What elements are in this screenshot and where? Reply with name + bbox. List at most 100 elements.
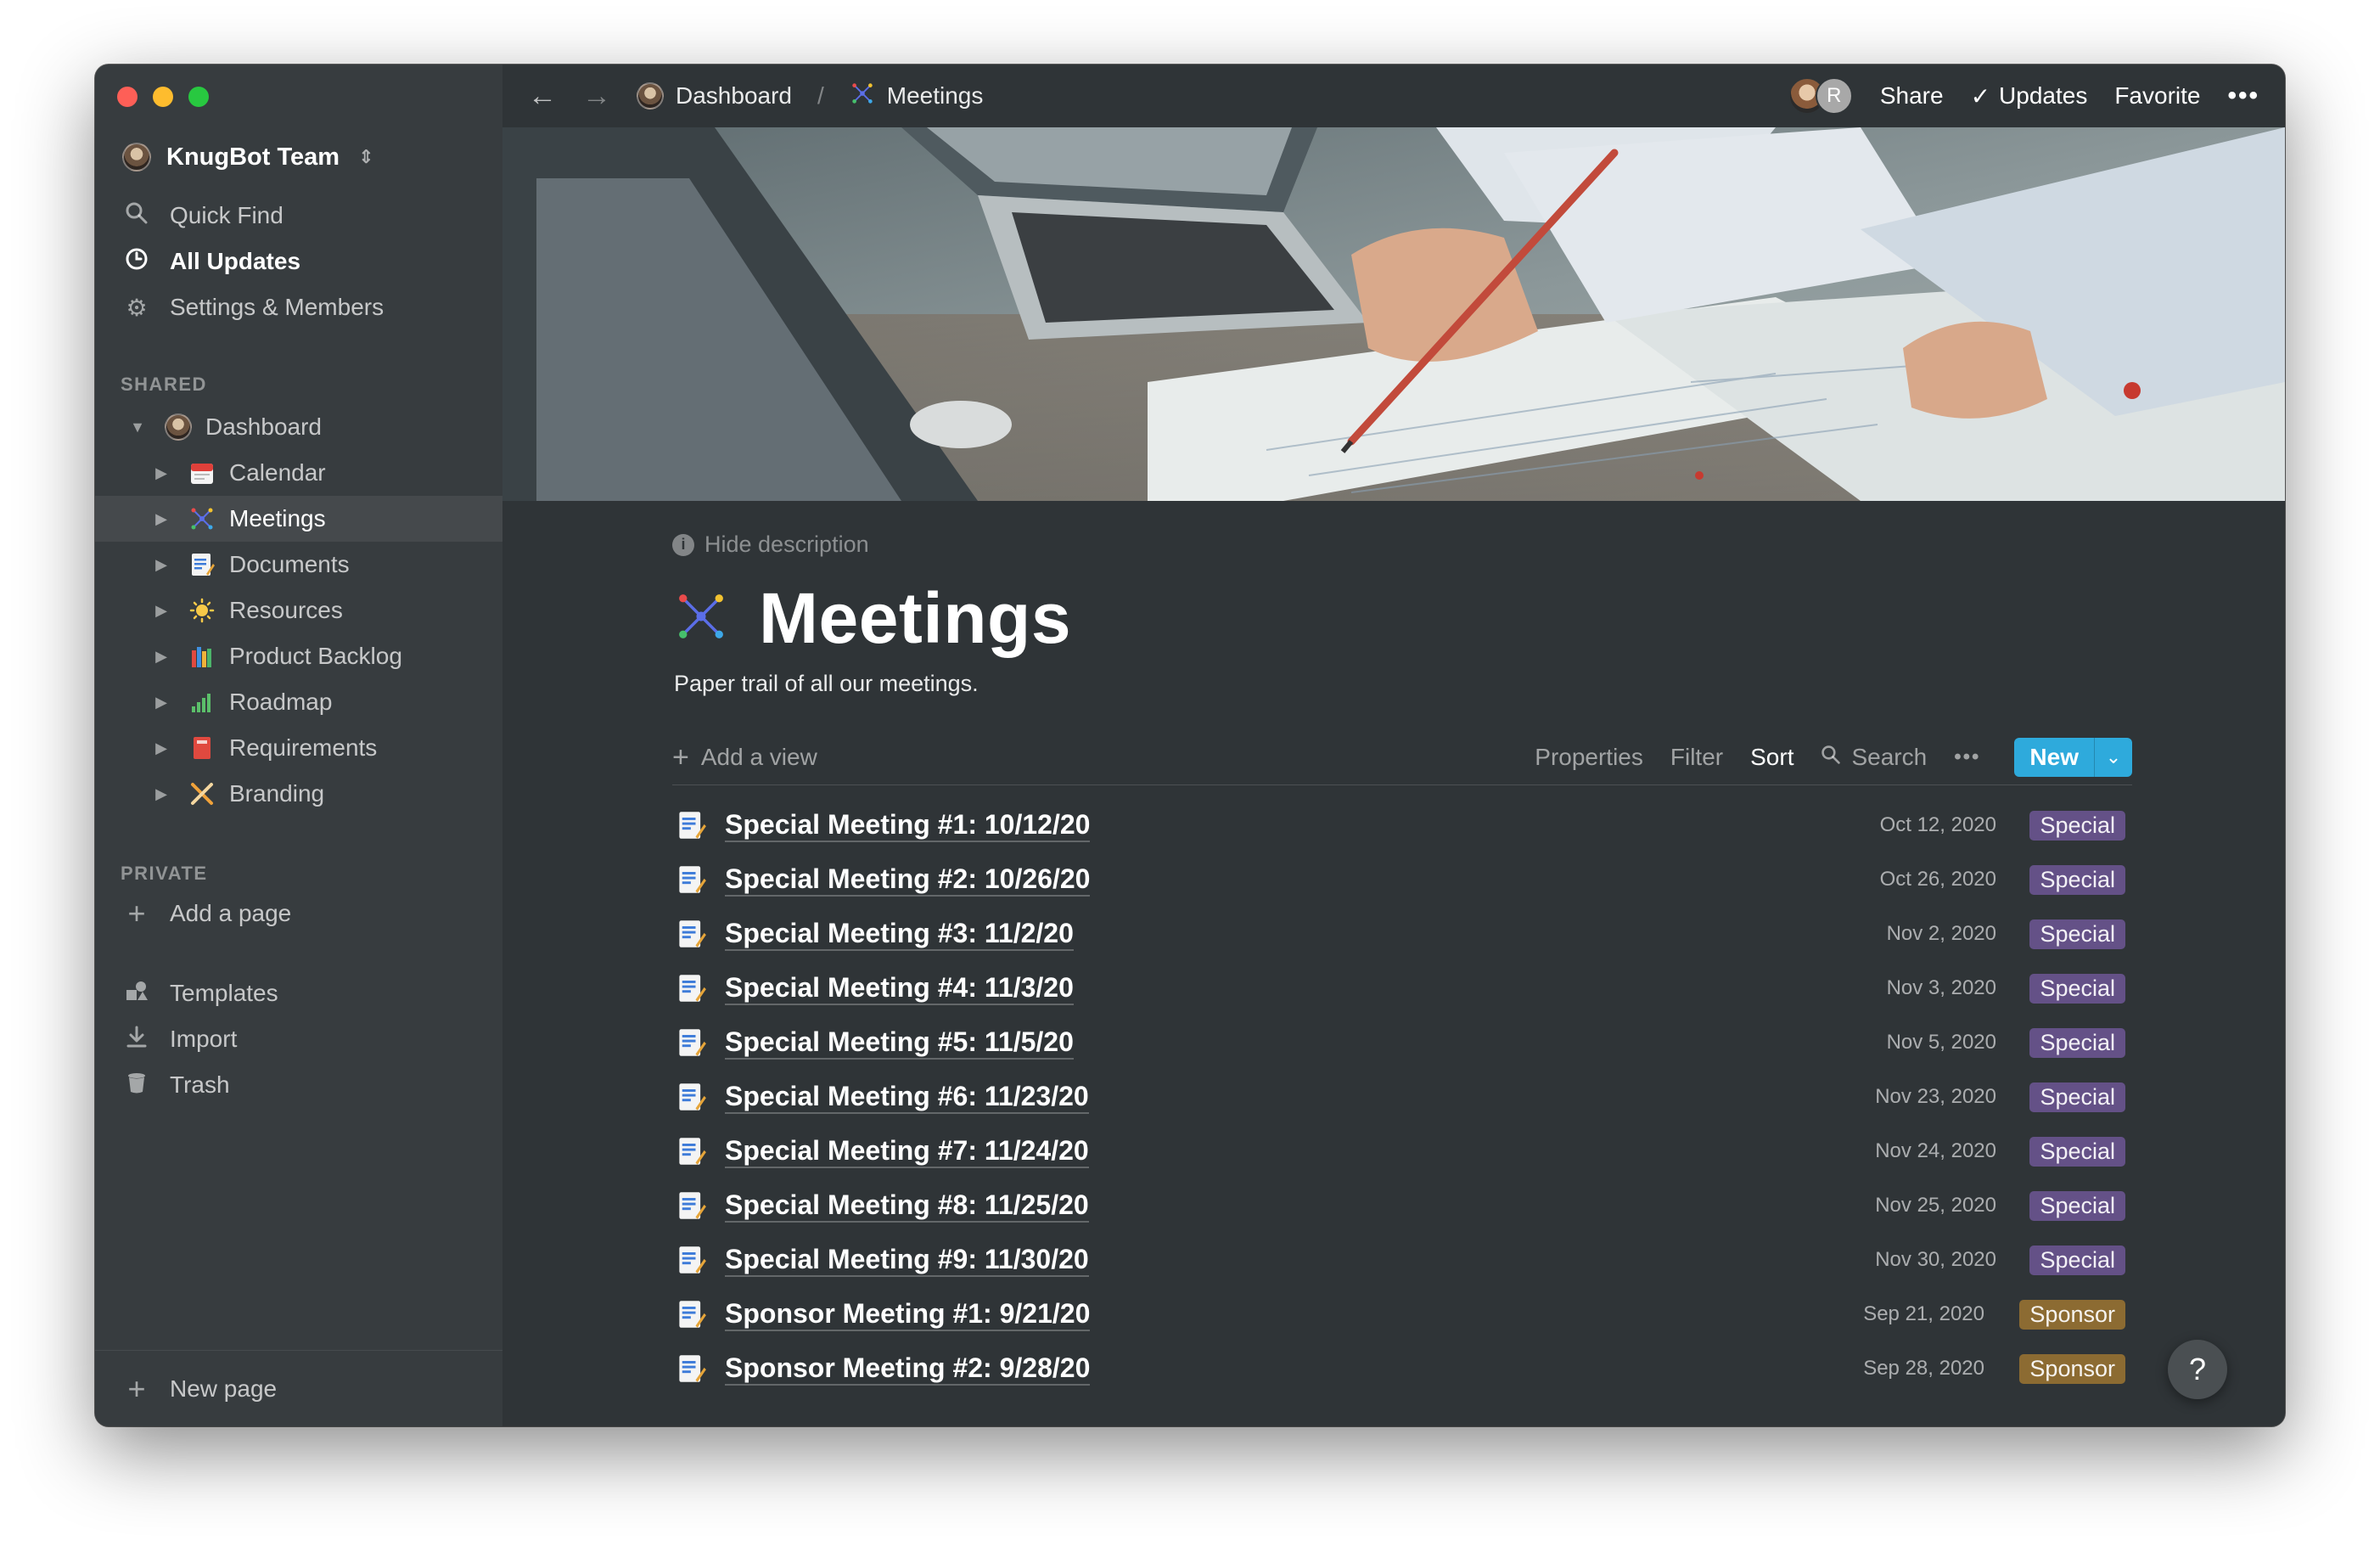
chevron-down-icon[interactable]: ⌄ [2094,738,2132,777]
main-panel: ← → Dashboard / Meetings R Share ✓ Updat… [502,65,2285,1426]
list-item-date: Oct 26, 2020 [1879,868,1996,891]
list-item[interactable]: Special Meeting #9: 11/30/20 Nov 30, 202… [672,1233,2132,1287]
checkmark-icon: ✓ [1970,82,1991,110]
list-item[interactable]: Special Meeting #2: 10/26/20 Oct 26, 202… [672,852,2132,907]
list-item-date: Nov 23, 2020 [1875,1085,1996,1108]
sidebar-item-product-backlog[interactable]: ▶ Product Backlog [95,633,502,679]
sparkle-icon [850,81,875,112]
page-icon [677,1245,706,1275]
sidebar-item-resources[interactable]: ▶ Resources [95,588,502,633]
list-item[interactable]: Sponsor Meeting #2: 9/28/20 Sep 28, 2020… [672,1341,2132,1396]
list-item[interactable]: Special Meeting #8: 11/25/20 Nov 25, 202… [672,1178,2132,1233]
page-icon [677,1027,706,1058]
collaborator-avatars[interactable]: R [1788,77,1853,115]
crossed-tools-icon [187,779,217,809]
new-button[interactable]: New [2014,738,2094,777]
list-item[interactable]: Special Meeting #1: 10/12/20 Oct 12, 202… [672,798,2132,852]
sidebar-item-label: Branding [229,780,325,807]
page-icon [677,919,706,949]
breadcrumb-separator: / [817,82,824,109]
add-page-button[interactable]: + Add a page [122,893,291,934]
share-button[interactable]: Share [1880,82,1944,110]
updates-button[interactable]: ✓ Updates [1971,82,2088,110]
expand-triangle-icon[interactable]: ▶ [153,556,170,574]
plus-icon: + [127,1370,146,1406]
list-item[interactable]: Special Meeting #4: 11/3/20 Nov 3, 2020 … [672,961,2132,1015]
search-button[interactable]: Search [1821,744,1927,771]
list-item[interactable]: Sponsor Meeting #1: 9/21/20 Sep 21, 2020… [672,1287,2132,1341]
list-item-title[interactable]: Special Meeting #8: 11/25/20 [725,1189,1089,1223]
list-item[interactable]: Special Meeting #7: 11/24/20 Nov 24, 202… [672,1124,2132,1178]
tag-badge: Special [2029,973,2125,1004]
zoom-window-button[interactable] [188,87,209,107]
expand-triangle-icon[interactable]: ▶ [153,464,170,482]
close-window-button[interactable] [117,87,138,107]
page-title[interactable]: Meetings [759,577,1071,660]
list-item[interactable]: Special Meeting #6: 11/23/20 Nov 23, 202… [672,1070,2132,1124]
hide-description-button[interactable]: i Hide description [672,531,869,558]
dashboard-avatar-icon [637,82,664,110]
sort-button[interactable]: Sort [1750,744,1793,771]
page-icon [677,810,706,841]
sidebar-item-roadmap[interactable]: ▶ Roadmap [95,679,502,725]
trash-button[interactable]: Trash [122,1065,230,1105]
sidebar-item-calendar[interactable]: ▶ Calendar [95,450,502,496]
expand-triangle-icon[interactable]: ▶ [153,510,170,528]
books-icon [187,641,217,672]
minimize-window-button[interactable] [153,87,173,107]
list-item-title[interactable]: Special Meeting #6: 11/23/20 [725,1080,1089,1114]
import-button[interactable]: Import [122,1019,237,1060]
list-item-title[interactable]: Sponsor Meeting #2: 9/28/20 [725,1352,1091,1386]
more-options-icon[interactable]: ••• [2227,82,2259,110]
avatar: R [1815,77,1853,115]
sidebar-item-label: Resources [229,597,343,623]
list-item-title[interactable]: Special Meeting #3: 11/2/20 [725,917,1074,951]
forward-arrow-icon[interactable]: → [582,80,611,113]
list-item-title[interactable]: Special Meeting #9: 11/30/20 [725,1243,1089,1277]
sidebar-item-label: Requirements [229,734,378,761]
list-item[interactable]: Special Meeting #3: 11/2/20 Nov 2, 2020 … [672,907,2132,961]
expand-triangle-icon[interactable]: ▶ [153,602,170,620]
cover-image[interactable] [502,127,2285,501]
expand-triangle-icon[interactable]: ▶ [153,739,170,757]
new-page-button[interactable]: + New page [95,1350,502,1426]
breadcrumb-dashboard[interactable]: Dashboard [676,82,792,110]
sparkle-icon[interactable] [672,588,730,649]
list-item-title[interactable]: Special Meeting #4: 11/3/20 [725,971,1074,1005]
sidebar-item-requirements[interactable]: ▶ Requirements [95,725,502,771]
workspace-switcher[interactable]: KnugBot Team ⇕ [122,143,374,172]
new-page-label: New page [170,1375,278,1402]
list-item-title[interactable]: Special Meeting #7: 11/24/20 [725,1134,1089,1168]
add-view-button[interactable]: + Add a view [672,734,817,781]
expand-triangle-icon[interactable]: ▶ [153,785,170,803]
list-item-title[interactable]: Special Meeting #2: 10/26/20 [725,863,1091,897]
templates-button[interactable]: Templates [122,973,278,1014]
expand-triangle-icon[interactable]: ▶ [153,648,170,666]
view-controls: Properties Filter Sort Search ••• New ⌄ [1535,734,2132,781]
list-item-title[interactable]: Special Meeting #1: 10/12/20 [725,808,1091,842]
page-description[interactable]: Paper trail of all our meetings. [674,671,979,697]
plus-icon: + [672,740,689,773]
all-updates-button[interactable]: All Updates [122,241,300,282]
list-item-title[interactable]: Special Meeting #5: 11/5/20 [725,1026,1074,1060]
sidebar-item-branding[interactable]: ▶ Branding [95,771,502,817]
sidebar-item-dashboard[interactable]: ▼ Dashboard [95,404,502,450]
topbar-actions: R Share ✓ Updates Favorite ••• [1788,65,2259,127]
more-options-icon[interactable]: ••• [1954,745,1980,769]
favorite-button[interactable]: Favorite [2114,82,2200,110]
tag-badge: Special [2029,1136,2125,1167]
sidebar-item-meetings[interactable]: ▶ Meetings [95,496,502,542]
expand-triangle-icon[interactable]: ▶ [153,694,170,711]
properties-button[interactable]: Properties [1535,744,1643,771]
import-label: Import [170,1026,238,1052]
quick-find-button[interactable]: Quick Find [122,195,283,236]
settings-members-button[interactable]: ⚙ Settings & Members [122,287,384,328]
list-item-title[interactable]: Sponsor Meeting #1: 9/21/20 [725,1297,1091,1331]
help-button[interactable]: ? [2168,1340,2227,1399]
sidebar-item-documents[interactable]: ▶ Documents [95,542,502,588]
list-item[interactable]: Special Meeting #5: 11/5/20 Nov 5, 2020 … [672,1015,2132,1070]
filter-button[interactable]: Filter [1670,744,1723,771]
breadcrumb-meetings[interactable]: Meetings [887,82,984,110]
back-arrow-icon[interactable]: ← [528,80,557,113]
collapse-triangle-icon[interactable]: ▼ [129,419,146,436]
